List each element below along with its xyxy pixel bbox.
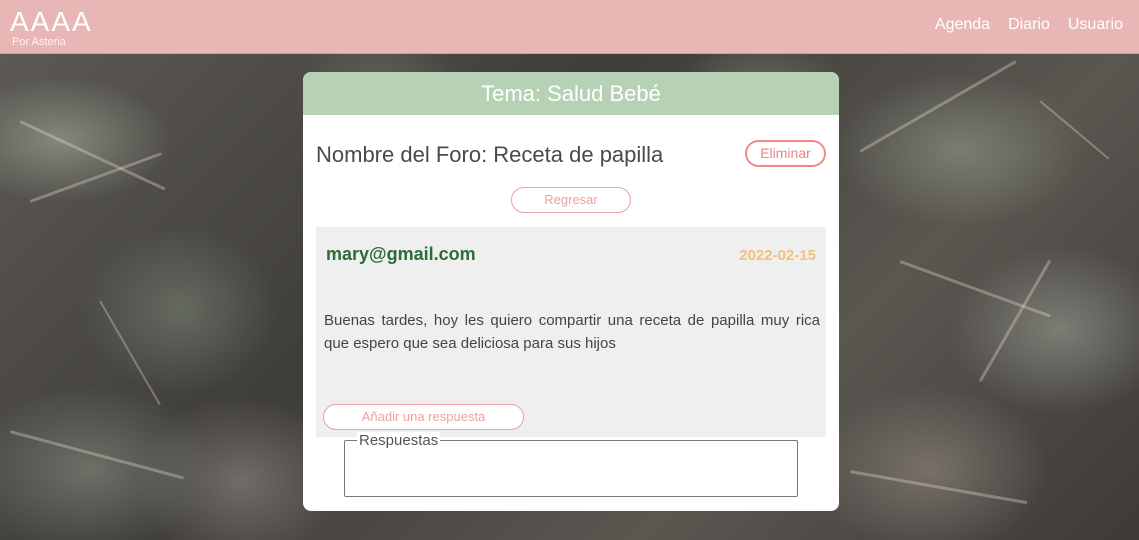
responses-legend: Respuestas	[357, 432, 441, 450]
brand-title: AAAA	[10, 6, 93, 37]
back-button[interactable]: Regresar	[511, 187, 631, 213]
topic-header: Tema: Salud Bebé	[303, 72, 839, 115]
nav-item-usuario[interactable]: Usuario	[1068, 16, 1123, 34]
nav-item-diario[interactable]: Diario	[1008, 16, 1050, 34]
forum-post: mary@gmail.com 2022-02-15 Buenas tardes,…	[316, 227, 826, 437]
forum-title: Nombre del Foro: Receta de papilla	[316, 142, 664, 167]
main-nav: Agenda Diario Usuario	[935, 16, 1123, 34]
delete-button[interactable]: Eliminar	[745, 140, 826, 167]
forum-card: Tema: Salud Bebé Nombre del Foro: Receta…	[303, 72, 839, 511]
top-navbar: AAAA Por Asteria Agenda Diario Usuario	[0, 0, 1139, 54]
forum-title-row: Nombre del Foro: Receta de papilla Elimi…	[316, 140, 826, 172]
brand-logo[interactable]: AAAA Por Asteria	[10, 6, 93, 49]
nav-item-agenda[interactable]: Agenda	[935, 16, 990, 34]
brand-subtitle: Por Asteria	[12, 36, 66, 48]
post-author: mary@gmail.com	[326, 244, 476, 264]
add-reply-button[interactable]: Añadir una respuesta	[323, 404, 524, 430]
responses-box: Respuestas	[344, 432, 798, 497]
post-body: Buenas tardes, hoy les quiero compartir …	[324, 312, 820, 352]
post-date: 2022-02-15	[739, 247, 816, 264]
